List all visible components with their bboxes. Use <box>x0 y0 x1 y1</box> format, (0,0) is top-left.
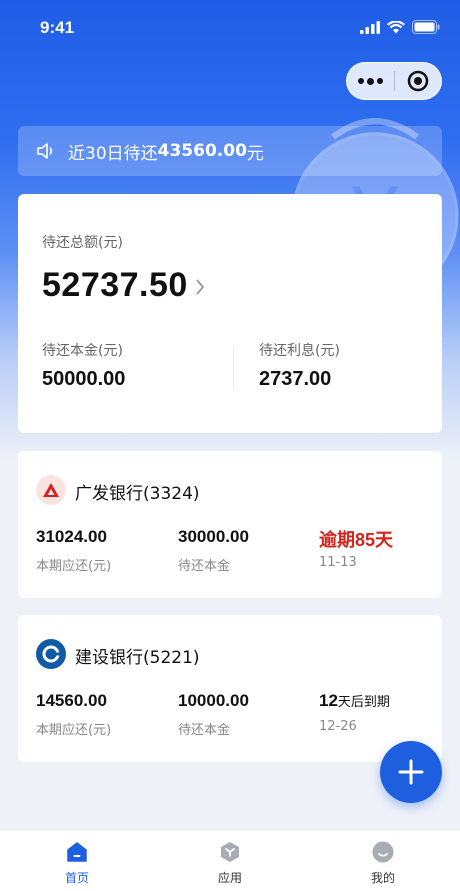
due-status: 12天后到期 <box>319 691 390 711</box>
principal-amount: 30000.00 <box>178 527 249 546</box>
bank-card-guangfa[interactable]: 广发银行(3324) 31024.00 本期应还(元) 30000.00 待还本… <box>18 451 442 598</box>
principal-amount: 50000.00 <box>42 368 126 390</box>
notice-suffix: 元 <box>246 143 264 164</box>
tab-home[interactable]: 首页 <box>37 840 117 886</box>
mini-program-capsule <box>346 62 442 100</box>
due-date: 11-13 <box>319 555 357 570</box>
total-label: 待还总额(元) <box>42 235 123 251</box>
tab-apps[interactable]: 应用 <box>190 840 270 886</box>
notice-amount: 43560.00 <box>157 141 247 161</box>
status-bar: 9:41 <box>0 0 460 56</box>
bank-card-jianshe[interactable]: 建设银行(5221) 14560.00 本期应还(元) 10000.00 待还本… <box>18 615 442 762</box>
signal-icon <box>360 20 380 34</box>
principal-label: 待还本金 <box>178 723 231 738</box>
speaker-icon <box>36 142 56 160</box>
principal-label: 待还本金(元) <box>42 343 123 359</box>
wifi-icon <box>387 20 405 33</box>
current-due-label: 本期应还(元) <box>36 559 112 574</box>
principal-label: 待还本金 <box>178 559 231 574</box>
ccb-bank-logo-icon <box>36 639 66 669</box>
summary-card[interactable]: 待还总额(元) 52737.50 待还本金(元) 50000.00 待还利息(元… <box>18 194 442 433</box>
summary-divider <box>233 346 234 390</box>
due-days: 12 <box>319 691 338 710</box>
interest-amount: 2737.00 <box>259 368 332 390</box>
bottom-tab-bar: 首页 应用 我的 <box>0 829 460 891</box>
tab-label: 我的 <box>370 871 395 885</box>
current-due-label: 本期应还(元) <box>36 723 112 738</box>
bank-name: 建设银行(5221) <box>75 648 200 668</box>
home-icon <box>67 842 87 862</box>
total-amount: 52737.50 <box>42 266 188 304</box>
chevron-right-icon[interactable] <box>194 277 206 297</box>
plus-icon <box>398 759 424 785</box>
current-due-amount: 31024.00 <box>36 527 107 546</box>
due-date: 12-26 <box>319 719 357 734</box>
apps-icon <box>221 842 239 862</box>
due-suffix: 天后到期 <box>337 694 390 709</box>
bank-name: 广发银行(3324) <box>75 484 200 504</box>
close-target-icon[interactable] <box>394 70 441 92</box>
repayment-notice-bar[interactable]: 近30日待还 43560.00 元 <box>18 126 442 176</box>
status-icons <box>360 20 440 34</box>
profile-icon <box>372 841 394 863</box>
tab-label: 应用 <box>217 871 242 885</box>
notice-prefix: 近30日待还 <box>68 143 158 164</box>
current-due-amount: 14560.00 <box>36 691 107 710</box>
overdue-status: 逾期85天 <box>319 530 394 550</box>
principal-amount: 10000.00 <box>178 691 249 710</box>
add-button[interactable] <box>380 741 442 803</box>
tab-label: 首页 <box>64 871 89 885</box>
interest-label: 待还利息(元) <box>259 343 340 359</box>
more-icon[interactable] <box>347 77 394 85</box>
battery-icon <box>412 20 440 34</box>
tab-profile[interactable]: 我的 <box>343 840 423 886</box>
guangfa-bank-logo-icon <box>36 475 66 505</box>
status-time: 9:41 <box>40 18 75 37</box>
